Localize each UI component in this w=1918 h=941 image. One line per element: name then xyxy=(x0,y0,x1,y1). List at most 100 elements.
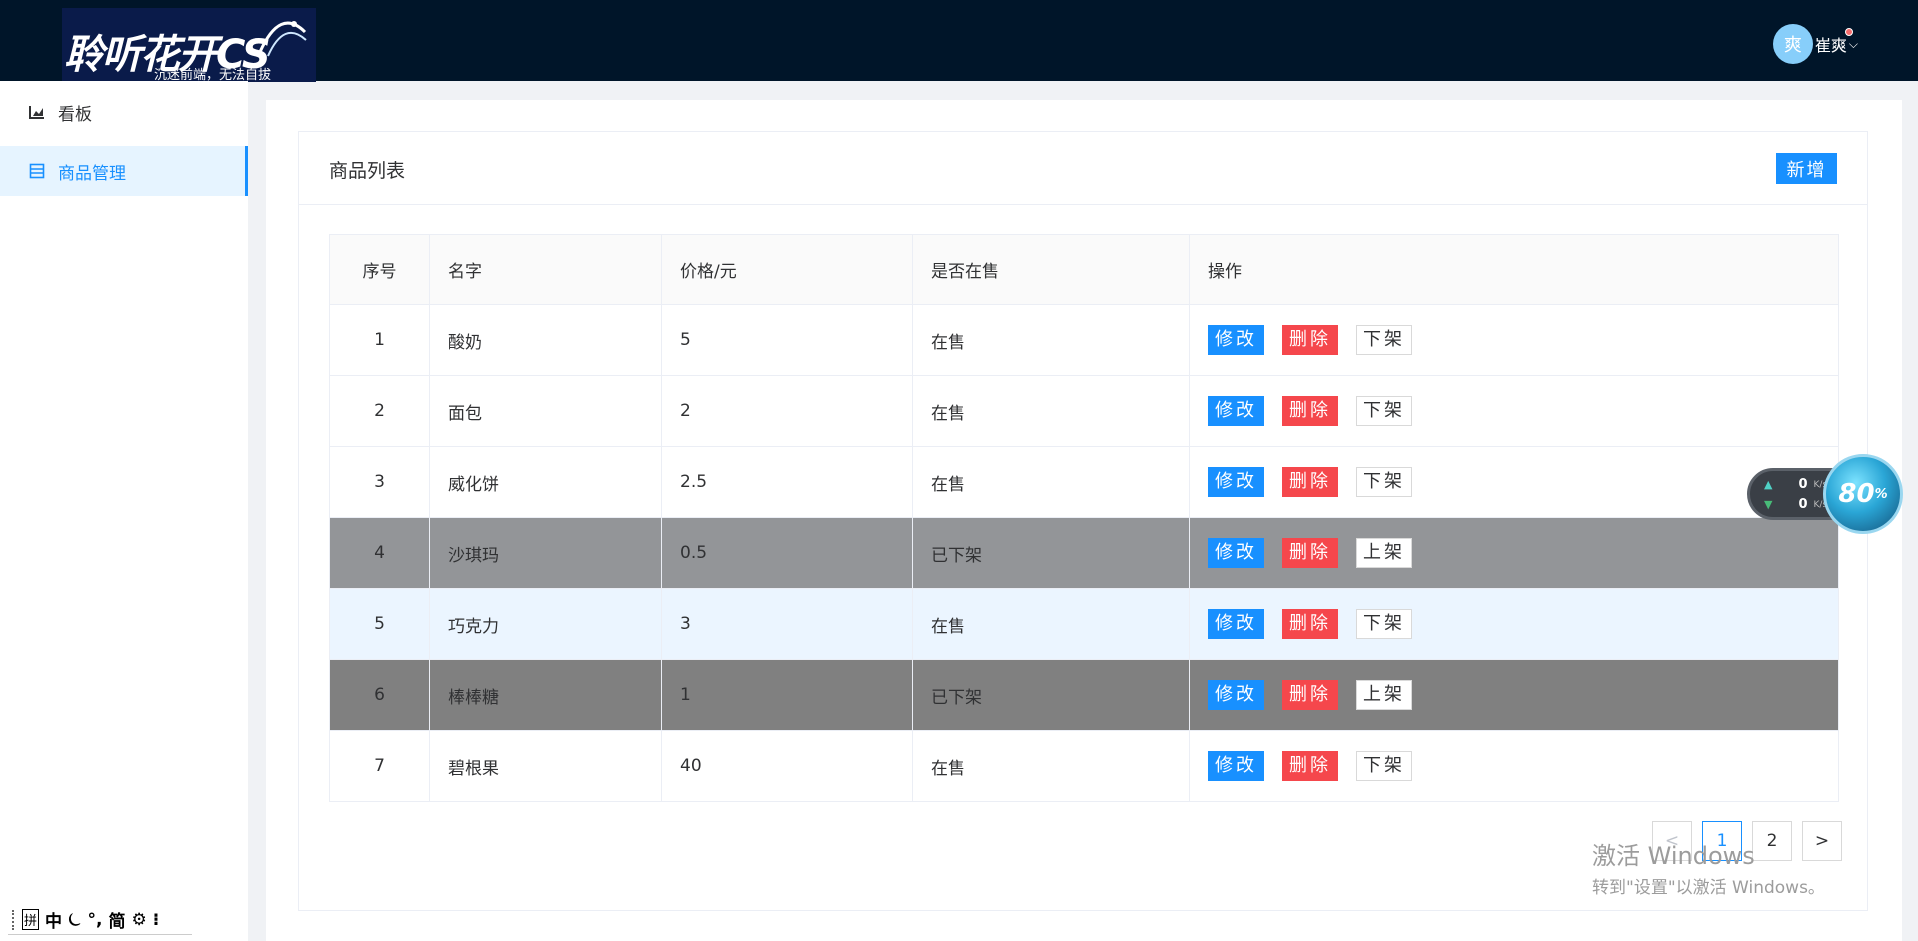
cell-price: 5 xyxy=(661,304,913,376)
edit-button[interactable]: 修改 xyxy=(1208,467,1264,497)
user-name[interactable]: 崔爽 xyxy=(1814,28,1853,56)
upload-speed: ▲ 0 K/s xyxy=(1764,477,1827,492)
cell-price: 2 xyxy=(661,375,913,447)
edit-button[interactable]: 修改 xyxy=(1208,396,1264,426)
watermark-subtitle: 转到"设置"以激活 Windows。 xyxy=(1592,878,1825,898)
shelf-toggle-button[interactable]: 下架 xyxy=(1356,396,1412,426)
download-arrow-icon: ▼ xyxy=(1764,498,1773,511)
add-button[interactable]: 新增 xyxy=(1776,153,1837,184)
upload-speed-value: 0 xyxy=(1798,477,1808,492)
delete-button[interactable]: 删除 xyxy=(1282,751,1338,781)
shelf-toggle-button[interactable]: 上架 xyxy=(1356,538,1412,568)
main-content: 商品列表 新增 序号 名字 价格/元 是否在售 操作 1 酸奶 5 在售 修改 … xyxy=(266,100,1902,941)
cell-price: 2.5 xyxy=(661,446,913,518)
user-name-label: 崔爽 xyxy=(1814,36,1847,55)
windows-activation-watermark: 激活 Windows 转到"设置"以激活 Windows。 xyxy=(1592,836,1825,898)
shelf-toggle-button[interactable]: 下架 xyxy=(1356,751,1412,781)
user-menu[interactable]: 爽 崔爽 ⌵ xyxy=(1772,24,1858,64)
edit-button[interactable]: 修改 xyxy=(1208,751,1264,781)
cell-price: 40 xyxy=(661,730,913,802)
upload-arrow-icon: ▲ xyxy=(1764,478,1773,491)
cell-name: 威化饼 xyxy=(429,446,662,518)
download-speed-value: 0 xyxy=(1798,497,1808,512)
cell-status: 在售 xyxy=(912,446,1190,518)
sidebar-item-label: 商品管理 xyxy=(58,163,126,184)
edit-button[interactable]: 修改 xyxy=(1208,538,1264,568)
ime-halfwidth-icon[interactable]: ⏾ xyxy=(68,910,81,930)
ime-settings-icon[interactable]: ⚙ xyxy=(131,910,146,930)
goods-table: 序号 名字 价格/元 是否在售 操作 1 酸奶 5 在售 修改 删除 下架 2 … xyxy=(329,234,1839,802)
notification-dot xyxy=(1844,28,1853,36)
cell-index: 6 xyxy=(329,659,430,731)
goods-panel: 商品列表 新增 序号 名字 价格/元 是否在售 操作 1 酸奶 5 在售 修改 … xyxy=(298,131,1868,911)
cell-name: 面包 xyxy=(429,375,662,447)
sidebar-item-goods[interactable]: 商品管理 xyxy=(0,146,248,196)
shelf-toggle-button[interactable]: 下架 xyxy=(1356,609,1412,639)
top-header: 聆听花开CS 沉迷前端，无法自拔 爽 崔爽 ⌵ xyxy=(0,0,1918,82)
cell-index: 3 xyxy=(329,446,430,518)
delete-button[interactable]: 删除 xyxy=(1282,680,1338,710)
ime-toolbar: 拼 中 ⏾ °, 简 ⚙ ⁝ xyxy=(8,905,192,935)
logo[interactable]: 聆听花开CS 沉迷前端，无法自拔 xyxy=(62,8,316,82)
shelf-toggle-button[interactable]: 下架 xyxy=(1356,325,1412,355)
cell-status: 在售 xyxy=(912,304,1190,376)
edit-button[interactable]: 修改 xyxy=(1208,325,1264,355)
chart-icon xyxy=(28,103,46,121)
table-row: 5 巧克力 3 在售 修改 删除 下架 xyxy=(329,588,1839,660)
cell-status: 在售 xyxy=(912,375,1190,447)
usage-percent: 80 xyxy=(1838,479,1875,509)
cell-name: 棒棒糖 xyxy=(429,659,662,731)
edit-button[interactable]: 修改 xyxy=(1208,609,1264,639)
cell-price: 1 xyxy=(661,659,913,731)
ime-pinyin-icon[interactable]: 拼 xyxy=(22,909,40,930)
ime-more-icon[interactable]: ⁝ xyxy=(153,910,159,930)
edit-button[interactable]: 修改 xyxy=(1208,680,1264,710)
cell-actions: 修改 删除 下架 xyxy=(1189,304,1839,376)
delete-button[interactable]: 删除 xyxy=(1282,396,1338,426)
table-row: 1 酸奶 5 在售 修改 删除 下架 xyxy=(329,304,1839,376)
table-row: 6 棒棒糖 1 已下架 修改 删除 上架 xyxy=(329,659,1839,731)
delete-button[interactable]: 删除 xyxy=(1282,467,1338,497)
table-header-row: 序号 名字 价格/元 是否在售 操作 xyxy=(329,234,1839,305)
cell-status: 已下架 xyxy=(912,517,1190,589)
ime-chinese-mode[interactable]: 中 xyxy=(45,907,62,932)
column-header-price: 价格/元 xyxy=(661,234,913,305)
cell-actions: 修改 删除 下架 xyxy=(1189,730,1839,802)
cell-name: 碧根果 xyxy=(429,730,662,802)
shelf-toggle-button[interactable]: 下架 xyxy=(1356,467,1412,497)
avatar[interactable]: 爽 xyxy=(1772,24,1813,64)
network-speed-widget[interactable]: ▲ 0 K/s ▼ 0 K/s 80% xyxy=(1745,440,1905,540)
ime-drag-handle[interactable] xyxy=(12,909,14,930)
cell-index: 4 xyxy=(329,517,430,589)
cell-price: 3 xyxy=(661,588,913,660)
cell-status: 在售 xyxy=(912,730,1190,802)
cell-actions: 修改 删除 下架 xyxy=(1189,375,1839,447)
table-row: 7 碧根果 40 在售 修改 删除 下架 xyxy=(329,730,1839,802)
column-header-actions: 操作 xyxy=(1189,234,1839,305)
shelf-toggle-button[interactable]: 上架 xyxy=(1356,680,1412,710)
panel-title: 商品列表 xyxy=(329,160,406,182)
ime-simplified-mode[interactable]: 简 xyxy=(108,907,125,932)
cell-index: 5 xyxy=(329,588,430,660)
goods-icon xyxy=(28,162,46,180)
chevron-down-icon[interactable]: ⌵ xyxy=(1849,37,1858,52)
sidebar: 看板 商品管理 拼 中 ⏾ °, 简 ⚙ ⁝ xyxy=(0,81,248,941)
download-speed: ▼ 0 K/s xyxy=(1764,497,1827,512)
watermark-title: 激活 Windows xyxy=(1592,842,1755,870)
sidebar-item-label: 看板 xyxy=(58,104,92,125)
ime-punctuation-icon[interactable]: °, xyxy=(87,910,102,930)
table-row: 3 威化饼 2.5 在售 修改 删除 下架 xyxy=(329,446,1839,518)
delete-button[interactable]: 删除 xyxy=(1282,538,1338,568)
memory-usage-ball[interactable]: 80% xyxy=(1823,454,1903,534)
cell-actions: 修改 删除 下架 xyxy=(1189,446,1839,518)
usage-percent-sign: % xyxy=(1874,486,1888,502)
delete-button[interactable]: 删除 xyxy=(1282,325,1338,355)
cell-actions: 修改 删除 上架 xyxy=(1189,517,1839,589)
table-row: 4 沙琪玛 0.5 已下架 修改 删除 上架 xyxy=(329,517,1839,589)
cell-name: 酸奶 xyxy=(429,304,662,376)
delete-button[interactable]: 删除 xyxy=(1282,609,1338,639)
panel-header: 商品列表 新增 xyxy=(299,132,1867,205)
sidebar-item-dashboard[interactable]: 看板 xyxy=(0,87,248,137)
cell-status: 在售 xyxy=(912,588,1190,660)
cell-index: 7 xyxy=(329,730,430,802)
